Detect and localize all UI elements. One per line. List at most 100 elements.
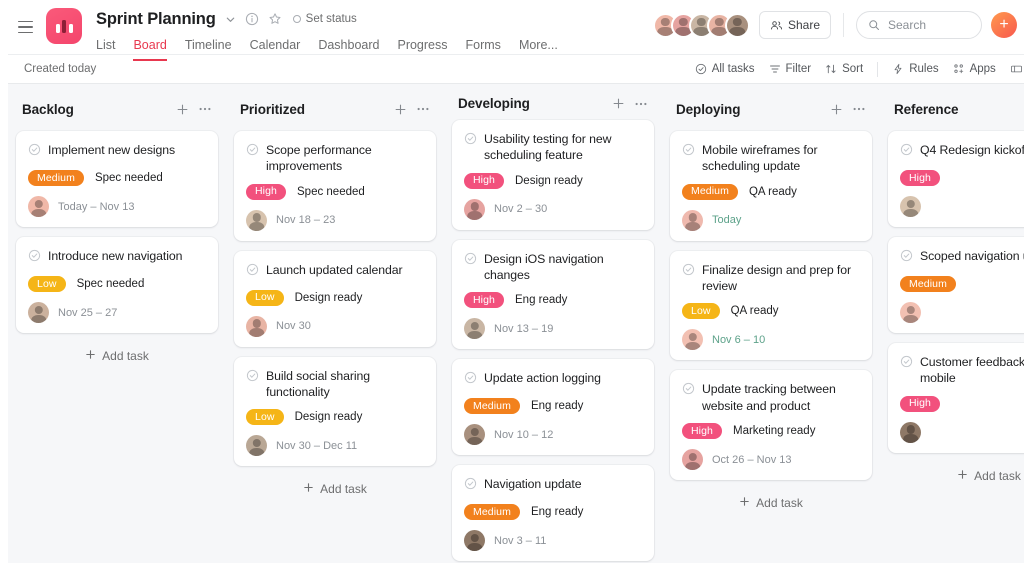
due-date[interactable]: Nov 30 – Dec 11 [276, 440, 357, 452]
search-input[interactable]: Search [856, 11, 982, 39]
due-date[interactable]: Nov 2 – 30 [494, 203, 547, 215]
priority-badge[interactable]: High [464, 292, 504, 309]
chevron-down-icon[interactable] [225, 14, 236, 25]
status-badge[interactable]: Eng ready [531, 506, 583, 518]
priority-badge[interactable]: High [682, 423, 722, 440]
due-date[interactable]: Oct 26 – Nov 13 [712, 454, 792, 466]
task-card[interactable]: Implement new designs Medium Spec needed To… [16, 131, 218, 227]
complete-task-icon[interactable] [246, 143, 259, 161]
status-badge[interactable]: Eng ready [531, 400, 583, 412]
assignee-avatar[interactable] [28, 302, 49, 323]
due-date[interactable]: Nov 13 – 19 [494, 323, 553, 335]
status-badge[interactable]: Design ready [295, 292, 363, 304]
apps-button[interactable]: Apps [953, 63, 996, 75]
complete-task-icon[interactable] [900, 249, 913, 267]
priority-badge[interactable]: High [900, 395, 940, 412]
assignee-avatar[interactable] [682, 449, 703, 471]
info-icon[interactable] [245, 12, 259, 26]
task-card[interactable]: Finalize design and prep for review Low QA… [670, 250, 872, 361]
tab-board[interactable]: Board [133, 38, 167, 61]
add-card-icon[interactable] [394, 103, 407, 116]
due-date[interactable]: Today [712, 214, 741, 226]
task-card[interactable]: Customer feedback for mobile High [888, 343, 1024, 453]
assignee-avatar[interactable] [28, 196, 49, 217]
assignee-avatar[interactable] [900, 421, 921, 443]
complete-task-icon[interactable] [246, 369, 259, 387]
column-more-icon[interactable] [852, 102, 866, 116]
task-card[interactable]: Update action logging Medium Eng ready Nov … [452, 359, 654, 456]
add-task-button[interactable]: Add task [234, 476, 436, 496]
priority-badge[interactable]: Medium [464, 504, 520, 521]
complete-task-icon[interactable] [900, 143, 913, 161]
rules-button[interactable]: Rules [892, 63, 939, 75]
priority-badge[interactable]: High [900, 170, 940, 186]
tab-forms[interactable]: Forms [466, 38, 501, 61]
complete-task-icon[interactable] [682, 382, 695, 400]
task-card[interactable]: Introduce new navigation Low Spec needed No… [16, 237, 218, 333]
column-more-icon[interactable] [634, 97, 648, 111]
assignee-avatar[interactable] [246, 209, 267, 231]
priority-badge[interactable]: Low [246, 409, 284, 426]
task-card[interactable]: Q4 Redesign kickoff notes High [888, 131, 1024, 227]
task-card[interactable]: Navigation update Medium Eng ready Nov 3 – … [452, 465, 654, 562]
menu-icon[interactable] [14, 0, 36, 54]
complete-task-icon[interactable] [682, 263, 695, 281]
tab-progress[interactable]: Progress [397, 38, 447, 61]
task-card[interactable]: Mobile wireframes for scheduling update M… [670, 131, 872, 241]
status-badge[interactable]: Spec needed [77, 278, 145, 290]
complete-task-icon[interactable] [464, 132, 477, 150]
assignee-avatar[interactable] [464, 530, 485, 552]
member-avatars[interactable] [652, 12, 750, 38]
status-badge[interactable]: Spec needed [95, 172, 163, 184]
priority-badge[interactable]: Low [28, 276, 66, 292]
tab-list[interactable]: List [96, 38, 115, 61]
priority-badge[interactable]: High [246, 183, 286, 200]
tab-timeline[interactable]: Timeline [185, 38, 232, 61]
priority-badge[interactable]: Medium [464, 398, 520, 415]
due-date[interactable]: Nov 25 – 27 [58, 307, 117, 319]
all-tasks-button[interactable]: All tasks [695, 63, 755, 75]
tab-calendar[interactable]: Calendar [250, 38, 301, 61]
status-badge[interactable]: Eng ready [515, 294, 567, 306]
task-card[interactable]: Update tracking between website and prod… [670, 370, 872, 481]
complete-task-icon[interactable] [682, 143, 695, 161]
status-badge[interactable]: Spec needed [297, 186, 365, 198]
fields-button[interactable]: Fields [1010, 63, 1024, 75]
tab-more[interactable]: More... [519, 38, 558, 61]
avatar[interactable] [724, 12, 750, 38]
tab-dashboard[interactable]: Dashboard [318, 38, 379, 61]
complete-task-icon[interactable] [900, 355, 913, 373]
complete-task-icon[interactable] [246, 263, 259, 281]
add-task-button[interactable]: Add task [670, 490, 872, 510]
assignee-avatar[interactable] [464, 318, 485, 340]
assignee-avatar[interactable] [682, 329, 703, 351]
add-card-icon[interactable] [612, 97, 625, 110]
task-card[interactable]: Build social sharing functionality Low Des… [234, 356, 436, 467]
due-date[interactable]: Nov 3 – 11 [494, 535, 546, 547]
priority-badge[interactable]: High [464, 172, 504, 189]
assignee-avatar[interactable] [464, 424, 485, 446]
add-task-button[interactable]: Add task [16, 343, 218, 363]
priority-badge[interactable]: Low [246, 289, 284, 306]
sort-button[interactable]: Sort [825, 63, 863, 75]
complete-task-icon[interactable] [28, 143, 41, 161]
set-status-button[interactable]: Set status [292, 13, 357, 25]
column-more-icon[interactable] [198, 102, 212, 116]
priority-badge[interactable]: Low [682, 303, 720, 320]
assignee-avatar[interactable] [682, 209, 703, 231]
task-card[interactable]: Scoped navigation updates Medium [888, 237, 1024, 333]
status-badge[interactable]: QA ready [731, 305, 779, 317]
create-button[interactable]: + [991, 12, 1017, 38]
status-badge[interactable]: QA ready [749, 186, 797, 198]
due-date[interactable]: Nov 10 – 12 [494, 429, 553, 441]
task-card[interactable]: Launch updated calendar Low Design ready No… [234, 250, 436, 347]
assignee-avatar[interactable] [246, 435, 267, 457]
status-badge[interactable]: Design ready [515, 175, 583, 187]
complete-task-icon[interactable] [464, 252, 477, 270]
star-icon[interactable] [268, 12, 282, 26]
status-badge[interactable]: Design ready [295, 411, 363, 423]
assignee-avatar[interactable] [900, 196, 921, 217]
assignee-avatar[interactable] [246, 315, 267, 337]
filter-button[interactable]: Filter [769, 63, 811, 75]
share-button[interactable]: Share [758, 11, 831, 39]
